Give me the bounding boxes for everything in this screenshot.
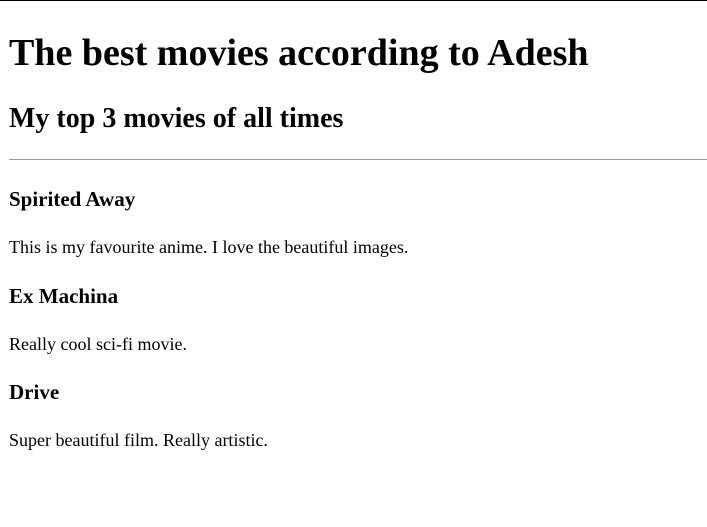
movie-description-drive: Super beautiful film. Really artistic.	[9, 430, 268, 450]
top-border-line	[0, 0, 707, 1]
page-subtitle: My top 3 movies of all times	[9, 103, 344, 134]
movie-description-spirited-away: This is my favourite anime. I love the b…	[9, 237, 409, 257]
movie-title-ex-machina: Ex Machina	[9, 284, 119, 308]
movie-description-ex-machina: Really cool sci-fi movie.	[9, 334, 187, 354]
page-title: The best movies according to Adesh	[9, 32, 589, 74]
movie-title-spirited-away: Spirited Away	[9, 187, 136, 211]
section-divider	[9, 159, 707, 160]
movie-title-drive: Drive	[9, 380, 60, 404]
